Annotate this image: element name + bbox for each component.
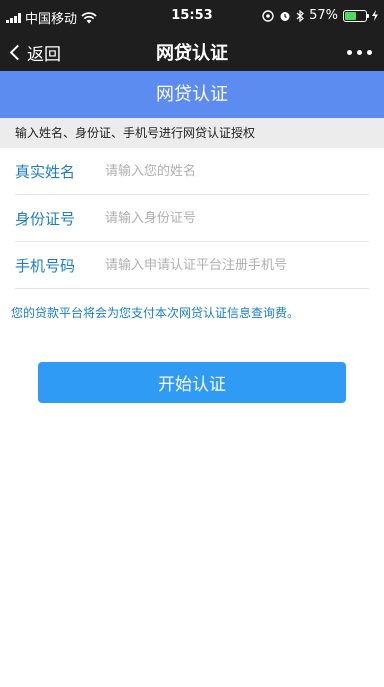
start-auth-button[interactable]: 开始认证 [38,362,346,403]
battery-percent: 57% [309,8,338,23]
nav-bar: 返回 网贷认证 [0,32,384,71]
battery-icon [343,9,369,22]
status-right: 57% [262,8,378,23]
page-title: 网贷认证 [156,43,228,64]
notice-text: 输入姓名、身份证、手机号进行网贷认证授权 [0,118,384,148]
id-card-input[interactable] [105,210,369,226]
alarm-icon [280,11,290,21]
battery-fill [345,11,357,20]
phone-input[interactable] [105,257,369,273]
fee-tip: 您的贷款平台将会为您支付本次网贷认证信息查询费。 [11,306,300,320]
more-options-icon[interactable] [347,50,372,55]
id-card-label: 身份证号 [15,209,76,228]
bluetooth-icon [296,9,305,22]
id-card-row: 身份证号 [15,195,369,242]
auth-form: 真实姓名 身份证号 手机号码 [15,148,369,289]
banner-title: 网贷认证 [0,71,384,118]
name-row: 真实姓名 [15,148,369,195]
phone-row: 手机号码 [15,242,369,289]
location-icon [262,9,274,22]
name-label: 真实姓名 [15,162,76,181]
status-bar: 中国移动 15:53 57% [0,0,384,32]
phone-label: 手机号码 [15,256,76,275]
charging-icon [372,10,378,21]
name-input[interactable] [105,163,369,179]
